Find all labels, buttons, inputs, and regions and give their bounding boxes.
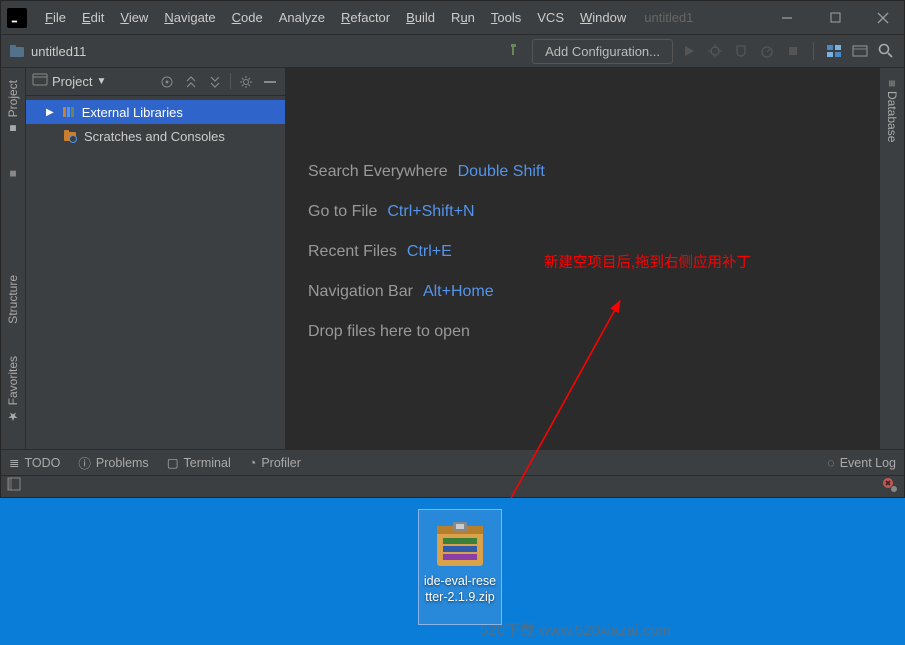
hint-gotofile: Go to FileCtrl+Shift+N <box>308 203 879 221</box>
tree-item-label: External Libraries <box>82 105 183 120</box>
hint-search: Search EverywhereDouble Shift <box>308 163 879 181</box>
tree-scratches[interactable]: Scratches and Consoles <box>26 124 285 148</box>
zip-archive-icon <box>431 518 489 572</box>
menu-view[interactable]: View <box>112 6 156 29</box>
bottom-toolbar: ≣TODO ⓘProblems ▢Terminal ◔Profiler ◌Eve… <box>1 449 904 475</box>
menu-window[interactable]: Window <box>572 6 634 29</box>
desktop-zip-file[interactable]: ide-eval-resetter-2.1.9.zip <box>418 509 502 625</box>
menu-edit[interactable]: Edit <box>74 6 112 29</box>
tab-eventlog[interactable]: ◌Event Log <box>827 456 896 470</box>
tab-terminal[interactable]: ▢Terminal <box>167 455 231 470</box>
divider <box>230 73 231 89</box>
tab-todo[interactable]: ≣TODO <box>9 455 60 470</box>
tab-profiler[interactable]: ◔Profiler <box>249 456 301 470</box>
build-hammer-icon[interactable] <box>506 40 526 62</box>
stop-icon[interactable] <box>783 41 803 61</box>
locate-icon[interactable] <box>158 73 176 91</box>
menu-analyze[interactable]: Analyze <box>271 6 333 29</box>
menu-vcs[interactable]: VCS <box>529 6 572 29</box>
minimize-button[interactable] <box>772 3 802 33</box>
terminal-icon: ▢ <box>167 455 179 470</box>
rail-favorites[interactable]: ★Favorites <box>6 350 20 429</box>
project-panel: Project▼ ▶ External Libraries <box>26 68 286 449</box>
coverage-icon[interactable] <box>731 41 751 61</box>
menu-tools[interactable]: Tools <box>483 6 529 29</box>
collapse-all-icon[interactable] <box>206 73 224 91</box>
menu-run[interactable]: Run <box>443 6 483 29</box>
left-tool-rail: ■Project ■ Structure ★Favorites <box>1 68 26 449</box>
run-icon[interactable] <box>679 41 699 61</box>
search-icon[interactable] <box>876 41 896 61</box>
tab-problems[interactable]: ⓘProblems <box>78 453 148 472</box>
rail-database[interactable]: ≡Database <box>885 74 899 148</box>
tree-external-libraries[interactable]: ▶ External Libraries <box>26 100 285 124</box>
rail-structure[interactable]: Structure <box>6 269 20 330</box>
problems-icon: ⓘ <box>78 453 91 472</box>
panel-header: Project▼ <box>26 68 285 96</box>
ide-window: File Edit View Navigate Code Analyze Ref… <box>0 0 905 498</box>
project-structure-icon[interactable] <box>824 41 844 61</box>
status-error-icon[interactable] <box>882 477 898 496</box>
menu-file[interactable]: File <box>37 6 74 29</box>
panel-title[interactable]: Project▼ <box>52 74 106 89</box>
watermark-text: 520下载 www.520xiazai.com <box>480 619 671 640</box>
project-folder-icon <box>9 43 25 59</box>
hint-drop: Drop files here to open <box>308 323 879 341</box>
project-view-icon <box>32 71 48 92</box>
settings-gear-icon[interactable] <box>237 73 255 91</box>
rail-project[interactable]: ■Project <box>6 74 20 141</box>
main-body: ■Project ■ Structure ★Favorites Project▼ <box>1 68 904 449</box>
breadcrumb[interactable]: untitled11 <box>31 44 86 59</box>
annotation-text: 新建空项目后,拖到右侧应用补丁 <box>544 251 751 272</box>
todo-icon: ≣ <box>9 455 19 470</box>
hint-navbar: Navigation BarAlt+Home <box>308 283 879 301</box>
status-bar <box>1 475 904 497</box>
right-tool-rail: ≡Database <box>879 68 904 449</box>
profiler-icon: ◔ <box>249 456 257 470</box>
tree-item-label: Scratches and Consoles <box>84 129 225 144</box>
window-title: untitled1 <box>644 10 693 25</box>
maximize-button[interactable] <box>820 3 850 33</box>
expand-all-icon[interactable] <box>182 73 200 91</box>
close-button[interactable] <box>868 3 898 33</box>
project-tree: ▶ External Libraries Scratches and Conso… <box>26 96 285 449</box>
titlebar: File Edit View Navigate Code Analyze Ref… <box>1 1 904 35</box>
desktop-file-label: ide-eval-resetter-2.1.9.zip <box>423 574 497 605</box>
find-action-icon[interactable] <box>850 41 870 61</box>
toolwindow-toggle-icon[interactable] <box>7 477 21 496</box>
hide-panel-icon[interactable] <box>261 73 279 91</box>
scratches-icon <box>62 128 78 144</box>
editor-empty-area[interactable]: Search EverywhereDouble Shift Go to File… <box>286 68 879 449</box>
menu-navigate[interactable]: Navigate <box>156 6 223 29</box>
profiler-toolbar-icon[interactable] <box>757 41 777 61</box>
rail-bookmarks-icon[interactable]: ■ <box>6 161 20 187</box>
add-configuration-button[interactable]: Add Configuration... <box>532 39 673 64</box>
menu-refactor[interactable]: Refactor <box>333 6 398 29</box>
libraries-icon <box>60 104 76 120</box>
navigation-bar: untitled11 Add Configuration... <box>1 35 904 68</box>
app-logo <box>7 8 27 28</box>
eventlog-icon: ◌ <box>827 456 834 470</box>
menu-build[interactable]: Build <box>398 6 443 29</box>
menu-code[interactable]: Code <box>224 6 271 29</box>
debug-icon[interactable] <box>705 41 725 61</box>
